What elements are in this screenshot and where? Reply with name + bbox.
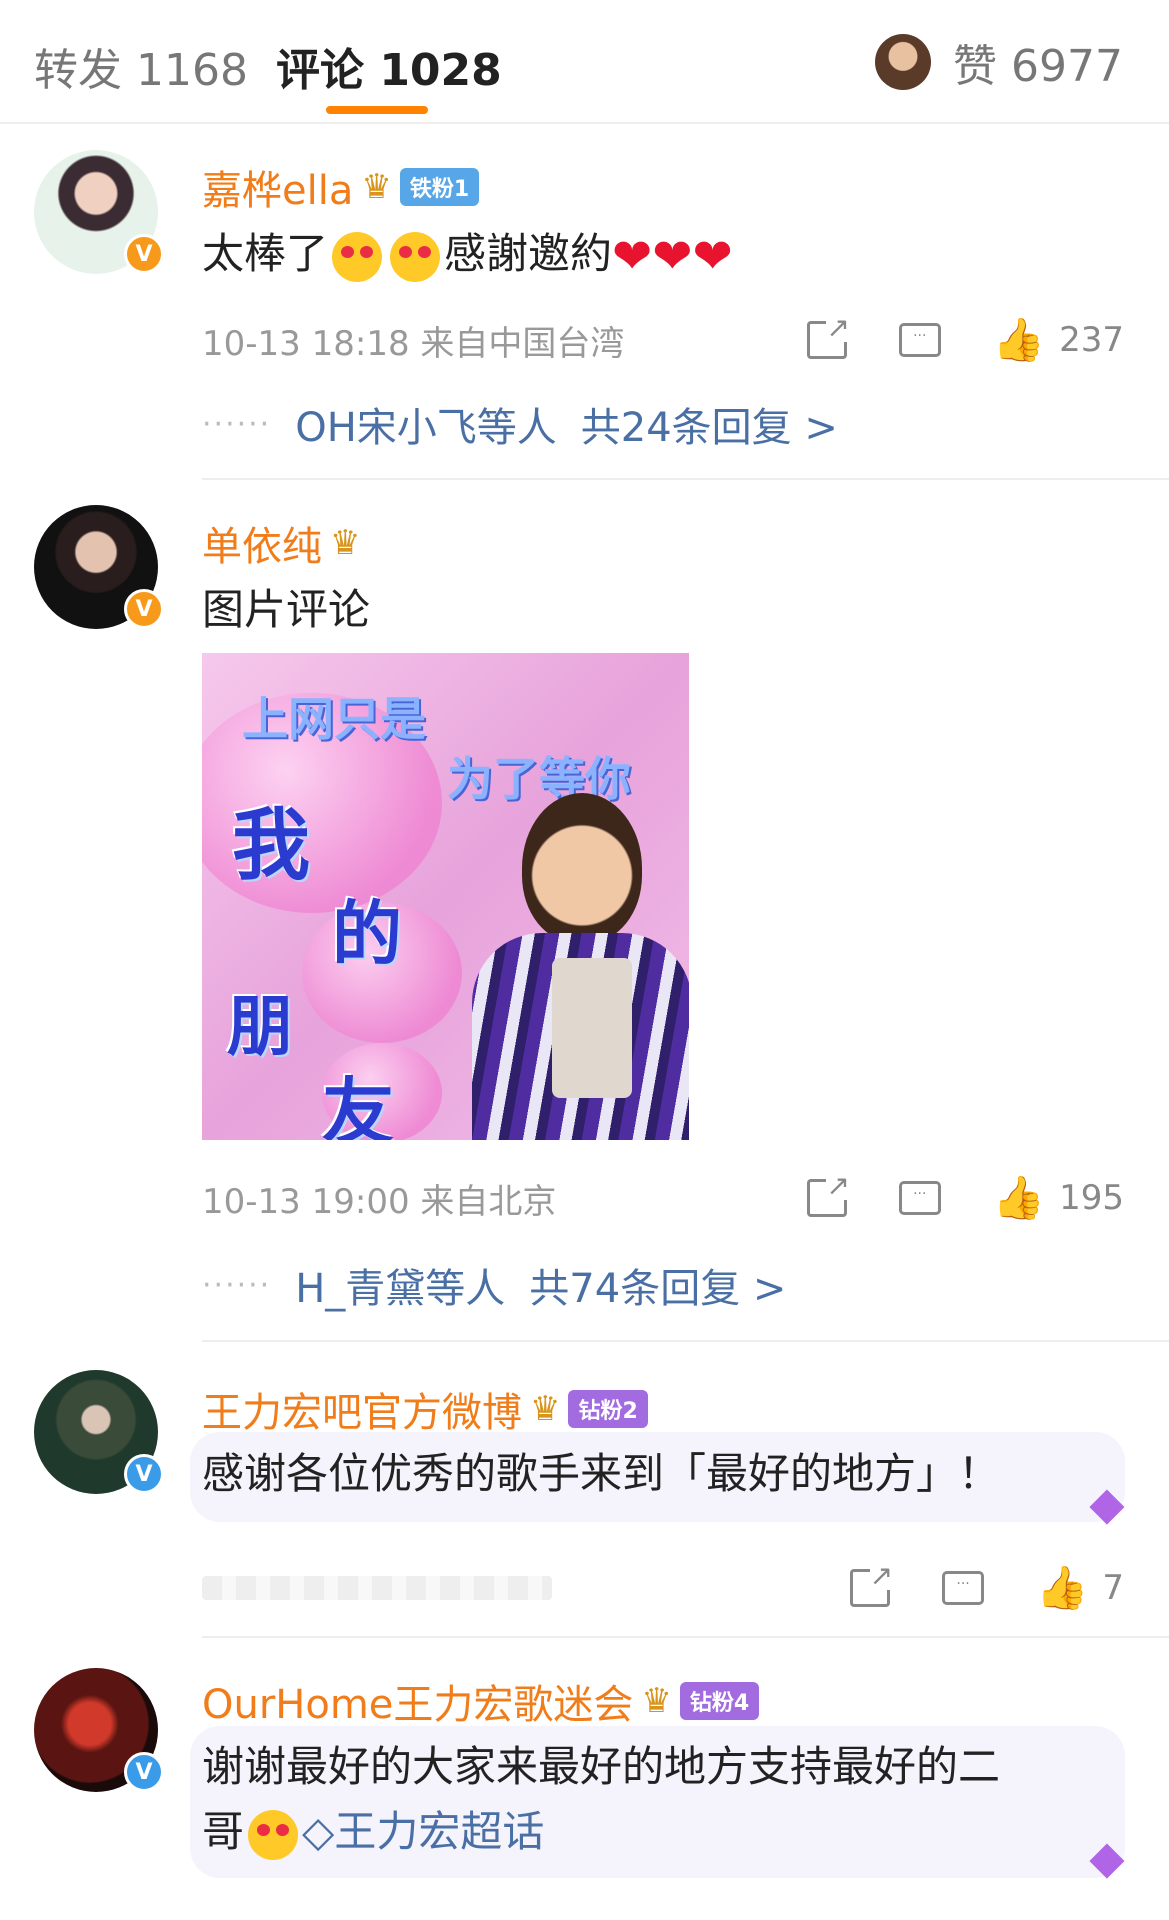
- username[interactable]: 王力宏吧官方微博: [202, 1380, 522, 1438]
- crown-icon: ♛: [361, 167, 392, 207]
- verified-badge-icon: V: [124, 589, 164, 629]
- avatar[interactable]: V: [34, 1370, 164, 1494]
- like-button[interactable]: 👍 7: [1036, 1567, 1124, 1609]
- verified-badge-icon: V: [124, 1752, 164, 1792]
- comment-text: 感谢各位优秀的歌手来到「最好的地方」！: [202, 1449, 1001, 1498]
- comment-icon: ···: [898, 1181, 941, 1215]
- replies-preview[interactable]: ······ OH宋小飞等人 共24条回复 >: [202, 395, 838, 453]
- comment-header: 单依纯 ♛: [202, 514, 360, 572]
- thumbs-up-icon: 👍: [992, 1173, 1046, 1222]
- comment-meta: 10-13 19:00 来自北京 ··· 👍195: [202, 1172, 1124, 1223]
- diamond-icon: ◆: [1089, 1830, 1125, 1884]
- diamond-icon: ◆: [1089, 1476, 1125, 1530]
- fan-badge[interactable]: 钻粉2: [568, 1390, 648, 1428]
- share-icon: [850, 1562, 894, 1607]
- person-photo: [452, 783, 689, 1140]
- comment-tabs-header: 转发 1168 评论 1028 赞 6977: [0, 0, 1169, 124]
- image-char: 友: [322, 1070, 395, 1140]
- active-tab-indicator: [326, 106, 428, 114]
- comment-text: 太棒了 感謝邀約❤❤❤: [202, 222, 733, 289]
- thumbs-up-icon: 👍: [992, 315, 1046, 364]
- avatar[interactable]: V: [34, 150, 164, 274]
- dots-icon: ······: [202, 406, 272, 442]
- comment-text-part: 哥: [202, 1807, 245, 1856]
- username[interactable]: 单依纯: [202, 514, 322, 572]
- reply-button[interactable]: ···: [942, 1571, 985, 1605]
- comment-image[interactable]: 上网只是 为了等你 我 的 朋 友: [202, 653, 689, 1140]
- comment-text-part: 感謝邀約: [444, 229, 613, 278]
- heart-emoji-icon: ❤: [652, 228, 693, 285]
- avatar[interactable]: V: [34, 505, 164, 629]
- topic-link[interactable]: 王力宏超话: [334, 1807, 544, 1856]
- comment-icon: ···: [942, 1571, 985, 1605]
- crown-icon: ♛: [641, 1681, 672, 1721]
- topic-icon: ◇: [302, 1807, 335, 1856]
- share-icon: [806, 314, 850, 359]
- person-chest: [552, 958, 632, 1098]
- share-button[interactable]: [806, 314, 850, 359]
- reply-total-link[interactable]: 共24条回复 >: [581, 395, 838, 453]
- share-button[interactable]: [850, 1562, 894, 1607]
- avatar[interactable]: V: [34, 1668, 164, 1792]
- crown-icon: ♛: [530, 1389, 561, 1429]
- image-char: 朋: [227, 988, 293, 1065]
- share-icon: [806, 1172, 850, 1217]
- comment-text-line: 谢谢最好的大家来最好的地方支持最好的二: [202, 1742, 1001, 1791]
- like-button[interactable]: 👍 195: [993, 1177, 1124, 1219]
- reply-users[interactable]: OH宋小飞等人: [295, 395, 557, 453]
- verified-badge-icon: V: [124, 1454, 164, 1494]
- timestamp-location: 10-13 19:00 来自北京: [202, 1181, 557, 1222]
- fan-badge[interactable]: 铁粉1: [399, 168, 480, 206]
- username[interactable]: OurHome王力宏歌迷会: [202, 1672, 633, 1730]
- reply-button[interactable]: ···: [898, 323, 941, 357]
- thumbs-up-icon: 👍: [1036, 1563, 1089, 1612]
- fan-badge[interactable]: 钻粉4: [679, 1682, 760, 1720]
- comment-header: 王力宏吧官方微博 ♛ 钻粉2: [202, 1380, 648, 1438]
- dots-icon: ······: [202, 1267, 272, 1303]
- reply-button[interactable]: ···: [898, 1181, 941, 1215]
- comment-text: 图片评论: [202, 585, 371, 634]
- comment-meta: ··· 👍7: [202, 1562, 1124, 1613]
- verified-badge-icon: V: [124, 234, 164, 274]
- comment-text-line: 哥 ◇王力宏超话: [202, 1800, 544, 1864]
- kiss-emoji-icon: [248, 1809, 299, 1860]
- comment-text-part: 太棒了: [202, 229, 329, 278]
- liker-avatar[interactable]: [875, 34, 932, 90]
- blurred-meta: [202, 1576, 552, 1600]
- image-title-1: 上网只是: [242, 692, 426, 746]
- image-char: 我: [232, 801, 311, 891]
- like-button[interactable]: 👍 237: [993, 319, 1124, 361]
- heart-emoji-icon: ❤: [612, 228, 653, 285]
- tab-likes[interactable]: 赞 6977: [875, 30, 1123, 94]
- divider: [202, 1340, 1169, 1342]
- likes-total-label: 赞 6977: [953, 41, 1123, 92]
- heart-emoji-icon: ❤: [692, 228, 733, 285]
- tab-repost[interactable]: 转发 1168: [34, 34, 248, 98]
- comment-actions: ··· 👍7: [850, 1562, 1124, 1609]
- heart-eyes-emoji-icon: [390, 231, 441, 282]
- image-char: 的: [332, 893, 402, 975]
- like-count: 7: [1102, 1568, 1124, 1608]
- comment-meta: 10-13 18:18 来自中国台湾 ··· 👍237: [202, 314, 1124, 365]
- crown-icon: ♛: [330, 523, 361, 563]
- reply-users[interactable]: H_青黛等人: [295, 1256, 505, 1314]
- comment-header: OurHome王力宏歌迷会 ♛ 钻粉4: [202, 1672, 760, 1730]
- person-head: [522, 793, 642, 943]
- comment-icon: ···: [898, 323, 941, 357]
- comment-actions: ··· 👍237: [806, 314, 1124, 361]
- comment-actions: ··· 👍195: [806, 1172, 1124, 1219]
- divider: [202, 1636, 1169, 1638]
- replies-preview[interactable]: ······ H_青黛等人 共74条回复 >: [202, 1256, 786, 1314]
- timestamp-location: 10-13 18:18 来自中国台湾: [202, 323, 625, 364]
- heart-eyes-emoji-icon: [332, 231, 383, 282]
- like-count: 195: [1059, 1178, 1124, 1218]
- divider: [202, 478, 1169, 480]
- reply-total-link[interactable]: 共74条回复 >: [529, 1256, 786, 1314]
- username[interactable]: 嘉桦ella: [202, 158, 353, 216]
- like-count: 237: [1059, 320, 1124, 360]
- share-button[interactable]: [806, 1172, 850, 1217]
- comment-header: 嘉桦ella ♛ 铁粉1: [202, 158, 480, 216]
